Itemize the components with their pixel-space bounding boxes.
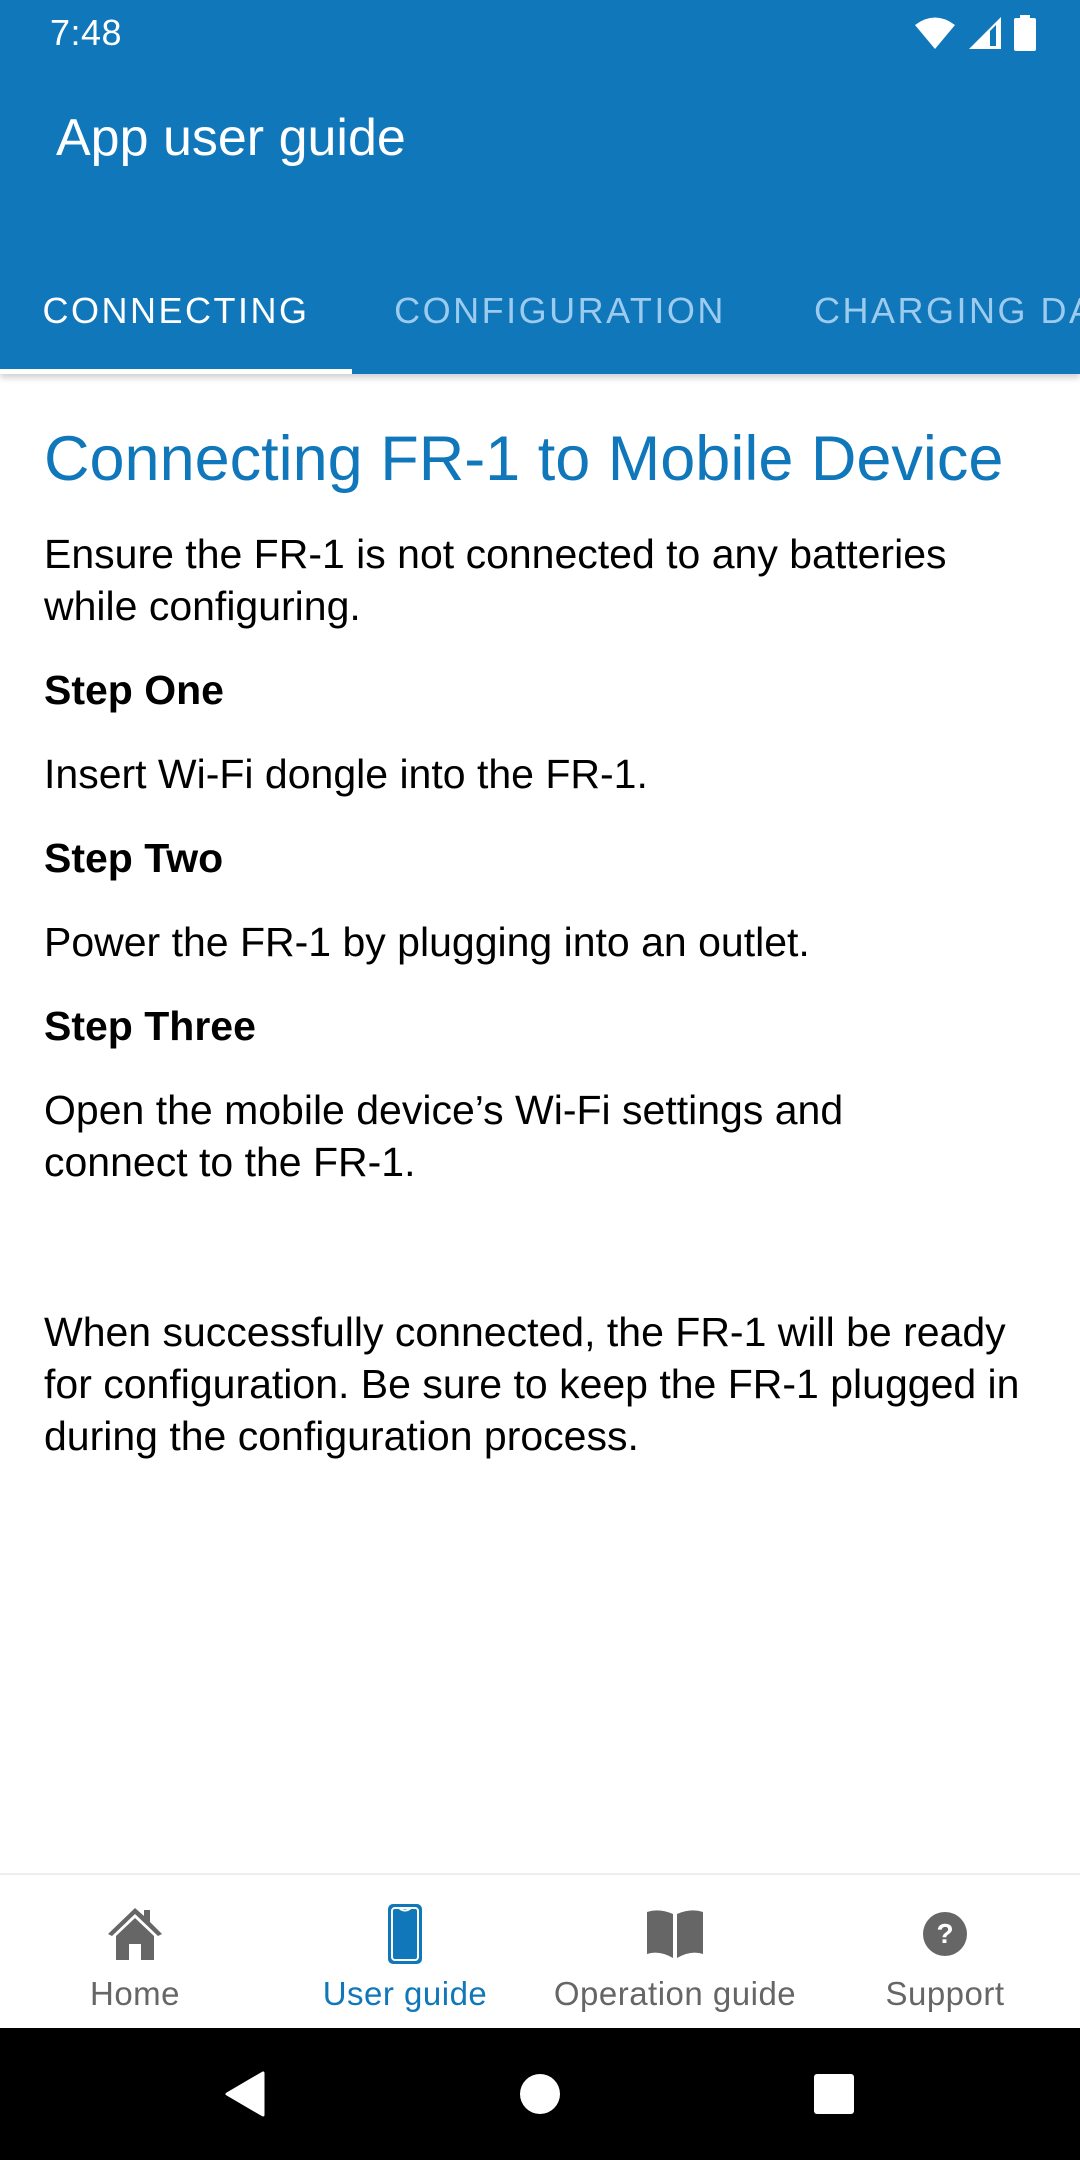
nav-label: Home	[89, 1975, 181, 2012]
tab-label: CONFIGURATION	[394, 290, 726, 331]
svg-text:?: ?	[936, 1918, 953, 1949]
home-circle-icon	[520, 2074, 560, 2114]
recents-icon	[814, 2074, 854, 2114]
step-text: Insert Wi-Fi dongle into the FR-1.	[44, 751, 648, 797]
nav-label: User guide	[322, 1975, 488, 2012]
nav-item-user-guide[interactable]: User guide	[270, 1875, 540, 2028]
home-icon	[106, 1903, 164, 1965]
battery-icon	[1014, 15, 1036, 56]
status-bar: 7:48	[0, 0, 1080, 66]
bottom-navigation: Home User guide Operation guide ? Suppor…	[0, 1873, 1080, 2028]
help-circle-icon: ?	[922, 1903, 968, 1965]
home-system-button[interactable]	[470, 2028, 610, 2160]
nav-item-home[interactable]: Home	[0, 1875, 270, 2028]
intro-text: Ensure the FR-1 is not connected to any …	[44, 531, 947, 629]
book-icon	[645, 1903, 705, 1965]
nav-item-support[interactable]: ? Support	[810, 1875, 1080, 2028]
tab-configuration[interactable]: CONFIGURATION	[352, 248, 768, 374]
page-title: App user guide	[56, 109, 406, 167]
back-icon	[225, 2071, 265, 2117]
system-navigation-bar	[0, 2028, 1080, 2160]
nav-label: Support	[885, 1975, 1005, 2012]
closing-text: When successfully connected, the FR-1 wi…	[44, 1309, 1020, 1459]
nav-item-operation-guide[interactable]: Operation guide	[540, 1875, 810, 2028]
status-time: 7:48	[50, 12, 123, 53]
cell-signal-icon	[968, 16, 1002, 55]
back-button[interactable]	[174, 2028, 314, 2160]
guide-content: Connecting FR-1 to Mobile Device Ensure …	[44, 420, 1044, 1462]
step-title: Step Three	[44, 1003, 256, 1049]
nav-label: Operation guide	[553, 1975, 797, 2012]
recents-button[interactable]	[764, 2028, 904, 2160]
tab-charging-data[interactable]: CHARGING DATA	[768, 248, 1080, 374]
wifi-icon	[914, 16, 956, 55]
content-heading: Connecting FR-1 to Mobile Device	[44, 424, 1004, 494]
status-icons	[914, 15, 1036, 56]
app-bar: 7:48 App user guide CONNECTING CONFIGURA…	[0, 0, 1080, 374]
step-text: Power the FR-1 by plugging into an outle…	[44, 919, 810, 965]
tab-connecting[interactable]: CONNECTING	[0, 248, 352, 374]
step-text: Open the mobile device’s Wi-Fi settings …	[44, 1087, 844, 1185]
tab-label: CONNECTING	[42, 290, 310, 331]
step-title: Step Two	[44, 835, 224, 881]
tab-indicator	[0, 369, 352, 374]
step-title: Step One	[44, 667, 224, 713]
tab-bar: CONNECTING CONFIGURATION CHARGING DATA	[0, 248, 1080, 374]
tab-label: CHARGING DATA	[814, 290, 1080, 331]
phone-icon	[387, 1903, 423, 1965]
